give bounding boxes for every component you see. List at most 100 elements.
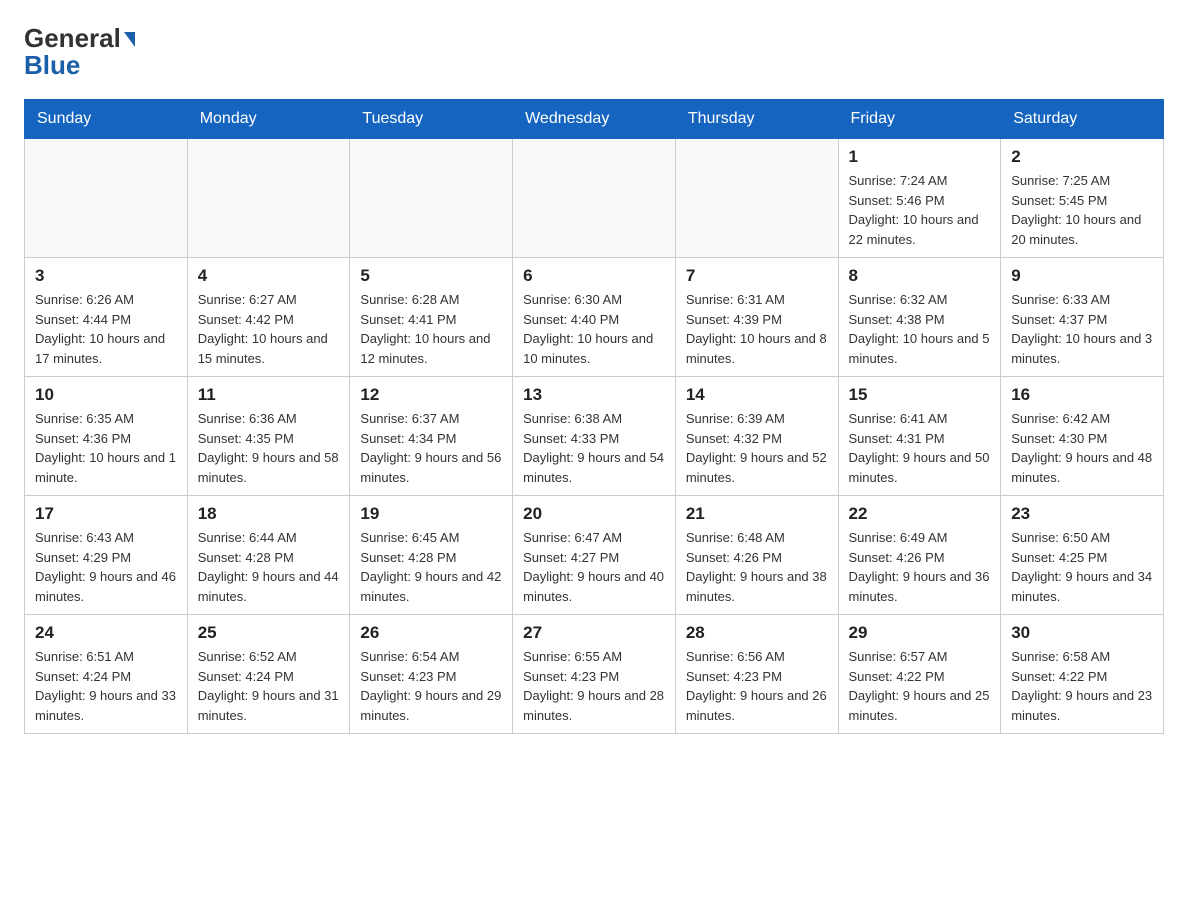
calendar-cell: 13Sunrise: 6:38 AM Sunset: 4:33 PM Dayli… — [513, 377, 676, 496]
calendar-cell: 20 Sunrise: 6:47 AM Sunset: 4:27 PM Dayli… — [513, 496, 676, 615]
calendar-cell: 30 Sunrise: 6:58 AM Sunset: 4:22 PM Dayli… — [1001, 615, 1164, 734]
day-number: 17 — [35, 504, 177, 524]
day-info: Sunrise: 6:26 AM Sunset: 4:44 PM Dayligh… — [35, 290, 177, 368]
day-number: 21 — [686, 504, 828, 524]
day-info: Sunrise: 6:56 AM Sunset: 4:23 PM Dayligh… — [686, 647, 828, 725]
logo-blue-text: Blue — [24, 51, 80, 80]
day-info: Sunrise: 6:55 AM Sunset: 4:23 PM Dayligh… — [523, 647, 665, 725]
day-number: 15 — [849, 385, 991, 405]
logo-triangle-icon — [124, 32, 135, 47]
weekday-header-monday: Monday — [187, 100, 350, 139]
calendar-cell: 18 Sunrise: 6:44 AM Sunset: 4:28 PM Dayli… — [187, 496, 350, 615]
day-number: 16 — [1011, 385, 1153, 405]
day-number: 14 — [686, 385, 828, 405]
day-info: Sunrise: 6:31 AM Sunset: 4:39 PM Dayligh… — [686, 290, 828, 368]
day-info: Sunrise: 6:32 AM Sunset: 4:38 PM Dayligh… — [849, 290, 991, 368]
day-info: Sunrise: 6:36 AM Sunset: 4:35 PM Dayligh… — [198, 409, 340, 487]
day-number: 4 — [198, 266, 340, 286]
calendar-cell: 26Sunrise: 6:54 AM Sunset: 4:23 PM Dayli… — [350, 615, 513, 734]
calendar-week-row-4: 17 Sunrise: 6:43 AM Sunset: 4:29 PM Dayli… — [25, 496, 1164, 615]
calendar-cell: 17 Sunrise: 6:43 AM Sunset: 4:29 PM Dayli… — [25, 496, 188, 615]
day-info: Sunrise: 6:43 AM Sunset: 4:29 PM Dayligh… — [35, 528, 177, 606]
day-number: 27 — [523, 623, 665, 643]
day-info: Sunrise: 7:25 AM Sunset: 5:45 PM Dayligh… — [1011, 171, 1153, 249]
calendar-cell: 10Sunrise: 6:35 AM Sunset: 4:36 PM Dayli… — [25, 377, 188, 496]
calendar-week-row-5: 24Sunrise: 6:51 AM Sunset: 4:24 PM Dayli… — [25, 615, 1164, 734]
calendar-cell: 5 Sunrise: 6:28 AM Sunset: 4:41 PM Daylig… — [350, 258, 513, 377]
day-info: Sunrise: 6:41 AM Sunset: 4:31 PM Dayligh… — [849, 409, 991, 487]
calendar-cell: 4 Sunrise: 6:27 AM Sunset: 4:42 PM Daylig… — [187, 258, 350, 377]
logo-general-text: General — [24, 24, 121, 53]
day-info: Sunrise: 7:24 AM Sunset: 5:46 PM Dayligh… — [849, 171, 991, 249]
day-number: 1 — [849, 147, 991, 167]
calendar-cell — [187, 139, 350, 258]
calendar-cell: 24Sunrise: 6:51 AM Sunset: 4:24 PM Dayli… — [25, 615, 188, 734]
day-number: 9 — [1011, 266, 1153, 286]
day-info: Sunrise: 6:39 AM Sunset: 4:32 PM Dayligh… — [686, 409, 828, 487]
weekday-header-tuesday: Tuesday — [350, 100, 513, 139]
calendar-cell: 8 Sunrise: 6:32 AM Sunset: 4:38 PM Daylig… — [838, 258, 1001, 377]
logo-top: General — [24, 24, 135, 53]
calendar-cell: 25 Sunrise: 6:52 AM Sunset: 4:24 PM Dayli… — [187, 615, 350, 734]
calendar-cell: 11 Sunrise: 6:36 AM Sunset: 4:35 PM Dayli… — [187, 377, 350, 496]
weekday-header-saturday: Saturday — [1001, 100, 1164, 139]
day-info: Sunrise: 6:54 AM Sunset: 4:23 PM Dayligh… — [360, 647, 502, 725]
calendar-table: SundayMondayTuesdayWednesdayThursdayFrid… — [24, 99, 1164, 734]
day-info: Sunrise: 6:50 AM Sunset: 4:25 PM Dayligh… — [1011, 528, 1153, 606]
calendar-cell: 14 Sunrise: 6:39 AM Sunset: 4:32 PM Dayli… — [675, 377, 838, 496]
calendar-cell: 6Sunrise: 6:30 AM Sunset: 4:40 PM Daylig… — [513, 258, 676, 377]
day-number: 7 — [686, 266, 828, 286]
day-number: 5 — [360, 266, 502, 286]
day-info: Sunrise: 6:49 AM Sunset: 4:26 PM Dayligh… — [849, 528, 991, 606]
day-number: 30 — [1011, 623, 1153, 643]
weekday-header-friday: Friday — [838, 100, 1001, 139]
day-number: 19 — [360, 504, 502, 524]
calendar-cell — [350, 139, 513, 258]
calendar-cell — [675, 139, 838, 258]
calendar-cell: 2 Sunrise: 7:25 AM Sunset: 5:45 PM Daylig… — [1001, 139, 1164, 258]
day-info: Sunrise: 6:58 AM Sunset: 4:22 PM Dayligh… — [1011, 647, 1153, 725]
day-number: 11 — [198, 385, 340, 405]
calendar-cell: 21Sunrise: 6:48 AM Sunset: 4:26 PM Dayli… — [675, 496, 838, 615]
calendar-week-row-3: 10Sunrise: 6:35 AM Sunset: 4:36 PM Dayli… — [25, 377, 1164, 496]
calendar-cell: 29 Sunrise: 6:57 AM Sunset: 4:22 PM Dayli… — [838, 615, 1001, 734]
calendar-cell: 9 Sunrise: 6:33 AM Sunset: 4:37 PM Daylig… — [1001, 258, 1164, 377]
logo: General Blue — [24, 24, 135, 79]
day-info: Sunrise: 6:35 AM Sunset: 4:36 PM Dayligh… — [35, 409, 177, 487]
day-info: Sunrise: 6:57 AM Sunset: 4:22 PM Dayligh… — [849, 647, 991, 725]
day-info: Sunrise: 6:33 AM Sunset: 4:37 PM Dayligh… — [1011, 290, 1153, 368]
day-info: Sunrise: 6:52 AM Sunset: 4:24 PM Dayligh… — [198, 647, 340, 725]
day-info: Sunrise: 6:45 AM Sunset: 4:28 PM Dayligh… — [360, 528, 502, 606]
day-number: 12 — [360, 385, 502, 405]
day-number: 13 — [523, 385, 665, 405]
weekday-header-row: SundayMondayTuesdayWednesdayThursdayFrid… — [25, 100, 1164, 139]
day-info: Sunrise: 6:27 AM Sunset: 4:42 PM Dayligh… — [198, 290, 340, 368]
calendar-cell: 1 Sunrise: 7:24 AM Sunset: 5:46 PM Daylig… — [838, 139, 1001, 258]
day-info: Sunrise: 6:30 AM Sunset: 4:40 PM Dayligh… — [523, 290, 665, 368]
day-number: 25 — [198, 623, 340, 643]
calendar-week-row-1: 1 Sunrise: 7:24 AM Sunset: 5:46 PM Daylig… — [25, 139, 1164, 258]
calendar-cell — [25, 139, 188, 258]
calendar-week-row-2: 3Sunrise: 6:26 AM Sunset: 4:44 PM Daylig… — [25, 258, 1164, 377]
calendar-cell: 19 Sunrise: 6:45 AM Sunset: 4:28 PM Dayli… — [350, 496, 513, 615]
weekday-header-thursday: Thursday — [675, 100, 838, 139]
calendar-cell: 7 Sunrise: 6:31 AM Sunset: 4:39 PM Daylig… — [675, 258, 838, 377]
calendar-cell: 15 Sunrise: 6:41 AM Sunset: 4:31 PM Dayli… — [838, 377, 1001, 496]
day-number: 2 — [1011, 147, 1153, 167]
calendar-cell: 28 Sunrise: 6:56 AM Sunset: 4:23 PM Dayli… — [675, 615, 838, 734]
day-info: Sunrise: 6:42 AM Sunset: 4:30 PM Dayligh… — [1011, 409, 1153, 487]
day-number: 8 — [849, 266, 991, 286]
day-number: 29 — [849, 623, 991, 643]
weekday-header-wednesday: Wednesday — [513, 100, 676, 139]
calendar-cell: 3Sunrise: 6:26 AM Sunset: 4:44 PM Daylig… — [25, 258, 188, 377]
weekday-header-sunday: Sunday — [25, 100, 188, 139]
day-number: 28 — [686, 623, 828, 643]
calendar-cell: 12Sunrise: 6:37 AM Sunset: 4:34 PM Dayli… — [350, 377, 513, 496]
day-number: 24 — [35, 623, 177, 643]
day-number: 18 — [198, 504, 340, 524]
day-info: Sunrise: 6:47 AM Sunset: 4:27 PM Dayligh… — [523, 528, 665, 606]
day-number: 22 — [849, 504, 991, 524]
day-info: Sunrise: 6:44 AM Sunset: 4:28 PM Dayligh… — [198, 528, 340, 606]
day-info: Sunrise: 6:28 AM Sunset: 4:41 PM Dayligh… — [360, 290, 502, 368]
day-number: 20 — [523, 504, 665, 524]
